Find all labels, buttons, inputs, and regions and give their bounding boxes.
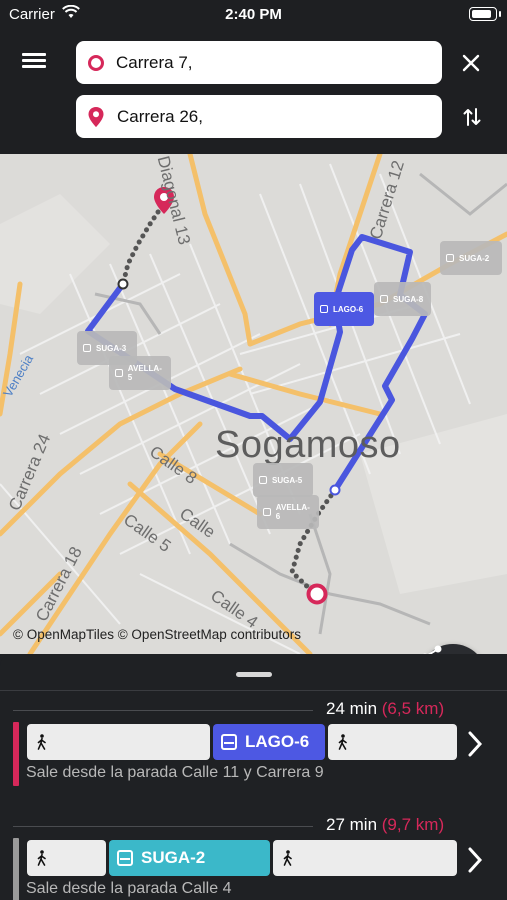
- route-option[interactable]: 27 min (9,7 km) SUGA-2 Sale desde la par…: [0, 814, 507, 900]
- walking-icon: [338, 734, 347, 750]
- chevron-right-icon[interactable]: [466, 846, 484, 874]
- route-option[interactable]: 24 min (6,5 km) LAGO-6 Sale desde la par…: [0, 698, 507, 808]
- origin-value: Carrera 7,: [116, 52, 193, 72]
- bus-icon: [221, 734, 237, 750]
- routes-sheet: 24 min (6,5 km) LAGO-6 Sale desde la par…: [0, 654, 507, 900]
- route-indicator-bar: [13, 838, 19, 900]
- route-separator: [13, 710, 313, 711]
- alighting-point: [329, 484, 341, 496]
- departure-text: Sale desde la parada Calle 4: [26, 880, 232, 897]
- walking-icon: [37, 850, 46, 866]
- bus-segment: SUGA-2: [109, 840, 270, 876]
- walking-icon: [37, 734, 46, 750]
- status-bar: Carrier 2:40 PM: [0, 0, 507, 30]
- bus-icon: [117, 850, 133, 866]
- origin-ring-icon: [88, 54, 104, 71]
- map-canvas: [0, 154, 507, 654]
- battery-icon: [469, 7, 501, 21]
- map-view[interactable]: Diagonal 13 Carrera 12 Carrera 24 Calle …: [0, 154, 507, 654]
- map-attribution[interactable]: © OpenMapTiles © OpenStreetMap contribut…: [13, 627, 301, 642]
- walk-segment: [328, 724, 457, 760]
- boarding-point: [117, 278, 129, 290]
- close-icon[interactable]: [460, 52, 482, 74]
- route-duration: 24 min (6,5 km): [326, 699, 445, 718]
- route-distance: (9,7 km): [381, 815, 445, 834]
- city-label: Sogamoso: [215, 424, 401, 466]
- bus-stop-marker[interactable]: AVELLA-5: [109, 356, 171, 390]
- bus-stop-marker[interactable]: AVELLA-6: [257, 495, 319, 529]
- sheet-handle[interactable]: [236, 672, 272, 677]
- destination-pin-icon: [88, 106, 104, 127]
- route-indicator-bar: [13, 722, 19, 786]
- walk-segment: [27, 724, 210, 760]
- destination-field[interactable]: Carrera 26,: [76, 95, 442, 138]
- map-origin-ring-icon: [306, 583, 328, 605]
- top-bar: Carrier 2:40 PM Carrera 7, Carrera 26,: [0, 0, 507, 154]
- route-duration: 27 min (9,7 km): [326, 815, 445, 834]
- walk-segment: [273, 840, 457, 876]
- share-icon: [423, 645, 442, 654]
- bus-stop-marker[interactable]: SUGA-8: [374, 282, 431, 316]
- route-distance: (6,5 km): [381, 699, 445, 718]
- bus-stop-marker[interactable]: SUGA-2: [440, 241, 502, 275]
- destination-value: Carrera 26,: [117, 106, 203, 126]
- departure-text: Sale desde la parada Calle 11 y Carrera …: [26, 764, 324, 781]
- walk-segment: [27, 840, 106, 876]
- route-separator: [13, 826, 313, 827]
- bus-line-label: SUGA-2: [141, 848, 206, 867]
- bus-segment: LAGO-6: [213, 724, 325, 760]
- menu-button[interactable]: [22, 50, 50, 74]
- origin-field[interactable]: Carrera 7,: [76, 41, 442, 84]
- clock: 2:40 PM: [225, 6, 282, 23]
- swap-icon[interactable]: [461, 106, 483, 128]
- chevron-right-icon[interactable]: [466, 730, 484, 758]
- bus-stop-marker[interactable]: SUGA-5: [253, 463, 313, 497]
- hamburger-icon: [22, 53, 46, 56]
- bus-stop-marker[interactable]: LAGO-6: [314, 292, 374, 326]
- walking-icon: [283, 850, 292, 866]
- bus-line-label: LAGO-6: [245, 732, 310, 751]
- sheet-divider: [0, 690, 507, 691]
